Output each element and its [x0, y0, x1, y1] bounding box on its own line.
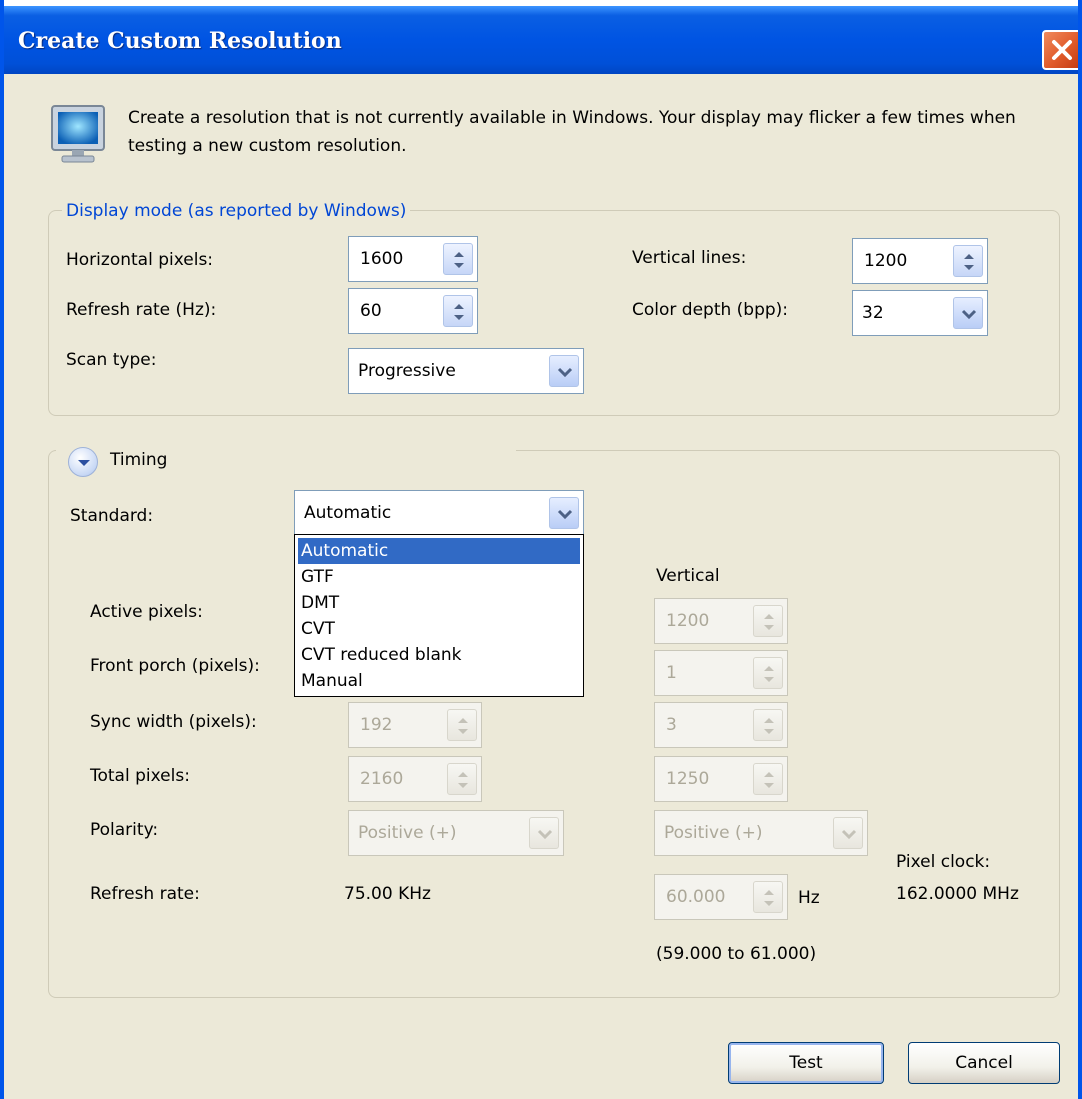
timing-label[interactable]: Timing [110, 450, 167, 470]
color-depth-select[interactable]: 32 [852, 290, 988, 336]
total-pixels-label: Total pixels: [90, 766, 190, 786]
pixel-clock-value: 162.0000 MHz [896, 884, 1019, 904]
pixel-clock-label: Pixel clock: [896, 852, 991, 872]
spin-arrows-icon[interactable] [443, 295, 473, 327]
close-button[interactable] [1042, 30, 1078, 70]
spin-arrows-icon[interactable] [953, 245, 983, 277]
title-bar[interactable]: Create Custom Resolution [4, 0, 1078, 74]
standard-value: Automatic [304, 503, 392, 523]
dropdown-option-automatic[interactable]: Automatic [298, 538, 580, 564]
dropdown-option-manual[interactable]: Manual [298, 668, 580, 694]
horizontal-pixels-value: 1600 [360, 249, 404, 269]
active-pixels-vertical-value: 1200 [666, 611, 710, 631]
monitor-icon [51, 105, 105, 163]
standard-dropdown-list: Automatic GTF DMT CVT CVT reduced blank … [294, 534, 584, 697]
vertical-lines-spinner[interactable]: 1200 [852, 238, 988, 284]
chevron-down-icon [833, 817, 863, 849]
front-porch-vertical-spinner[interactable]: 1 [654, 650, 788, 696]
spin-arrows-icon [753, 881, 783, 913]
sync-width-vertical-spinner[interactable]: 3 [654, 702, 788, 748]
intro-text: Create a resolution that is not currentl… [128, 108, 1016, 156]
close-icon [1052, 40, 1072, 60]
chevron-down-icon[interactable] [953, 297, 983, 329]
refresh-rate-value: 60 [360, 301, 382, 321]
active-pixels-label: Active pixels: [90, 602, 203, 622]
sync-width-horizontal-value: 192 [360, 715, 393, 735]
polarity-horizontal-select[interactable]: Positive (+) [348, 810, 564, 856]
spin-arrows-icon [447, 763, 477, 795]
refresh-rate-range: (59.000 to 61.000) [656, 944, 817, 964]
display-mode-title: Display mode (as reported by Windows) [62, 201, 411, 221]
spin-arrows-icon [447, 709, 477, 741]
horizontal-pixels-label: Horizontal pixels: [66, 250, 214, 270]
active-pixels-vertical-spinner[interactable]: 1200 [654, 598, 788, 644]
scan-type-label: Scan type: [66, 350, 157, 370]
vertical-lines-label: Vertical lines: [632, 248, 747, 268]
color-depth-label: Color depth (bpp): [632, 300, 789, 320]
standard-label: Standard: [70, 506, 154, 526]
vertical-lines-value: 1200 [864, 251, 908, 271]
spin-arrows-icon [753, 763, 783, 795]
dropdown-option-dmt[interactable]: DMT [298, 590, 580, 616]
polarity-label: Polarity: [90, 820, 159, 840]
color-depth-value: 32 [862, 303, 884, 323]
spin-arrows-icon [753, 657, 783, 689]
refresh-rate-unit: Hz [798, 888, 820, 908]
refresh-rate-label: Refresh rate (Hz): [66, 300, 217, 320]
spin-arrows-icon[interactable] [443, 243, 473, 275]
standard-select[interactable]: Automatic [294, 490, 584, 536]
total-pixels-vertical-value: 1250 [666, 769, 710, 789]
chevron-down-icon [529, 817, 559, 849]
horizontal-pixels-spinner[interactable]: 1600 [348, 236, 478, 282]
window-title: Create Custom Resolution [18, 28, 342, 54]
chevron-down-icon[interactable] [549, 497, 579, 529]
front-porch-label: Front porch (pixels): [90, 656, 260, 676]
test-button[interactable]: Test [728, 1042, 884, 1084]
timing-refresh-rate-label: Refresh rate: [90, 884, 200, 904]
cancel-button[interactable]: Cancel [908, 1042, 1060, 1084]
sync-width-horizontal-spinner[interactable]: 192 [348, 702, 482, 748]
sync-width-label: Sync width (pixels): [90, 712, 257, 732]
polarity-horizontal-value: Positive (+) [358, 823, 457, 843]
sync-width-vertical-value: 3 [666, 715, 677, 735]
dropdown-option-cvt-reduced-blank[interactable]: CVT reduced blank [298, 642, 580, 668]
vertical-header: Vertical [656, 566, 720, 586]
polarity-vertical-value: Positive (+) [664, 823, 763, 843]
chevron-down-icon [78, 460, 90, 466]
vertical-refresh-rate-spinner[interactable]: 60.000 [654, 874, 788, 920]
total-pixels-vertical-spinner[interactable]: 1250 [654, 756, 788, 802]
polarity-vertical-select[interactable]: Positive (+) [654, 810, 868, 856]
refresh-rate-spinner[interactable]: 60 [348, 288, 478, 334]
spin-arrows-icon [753, 709, 783, 741]
chevron-down-icon[interactable] [549, 355, 579, 387]
front-porch-vertical-value: 1 [666, 663, 677, 683]
scan-type-select[interactable]: Progressive [348, 348, 584, 394]
dialog-window: Create Custom Resolution Create a resolu… [0, 0, 1082, 1099]
total-pixels-horizontal-spinner[interactable]: 2160 [348, 756, 482, 802]
vertical-refresh-rate-value: 60.000 [666, 887, 726, 907]
horizontal-refresh-rate-value: 75.00 KHz [344, 884, 431, 904]
spin-arrows-icon [753, 605, 783, 637]
timing-toggle-button[interactable] [68, 447, 98, 477]
scan-type-value: Progressive [358, 361, 456, 381]
total-pixels-horizontal-value: 2160 [360, 769, 404, 789]
dropdown-option-cvt[interactable]: CVT [298, 616, 580, 642]
dropdown-option-gtf[interactable]: GTF [298, 564, 580, 590]
